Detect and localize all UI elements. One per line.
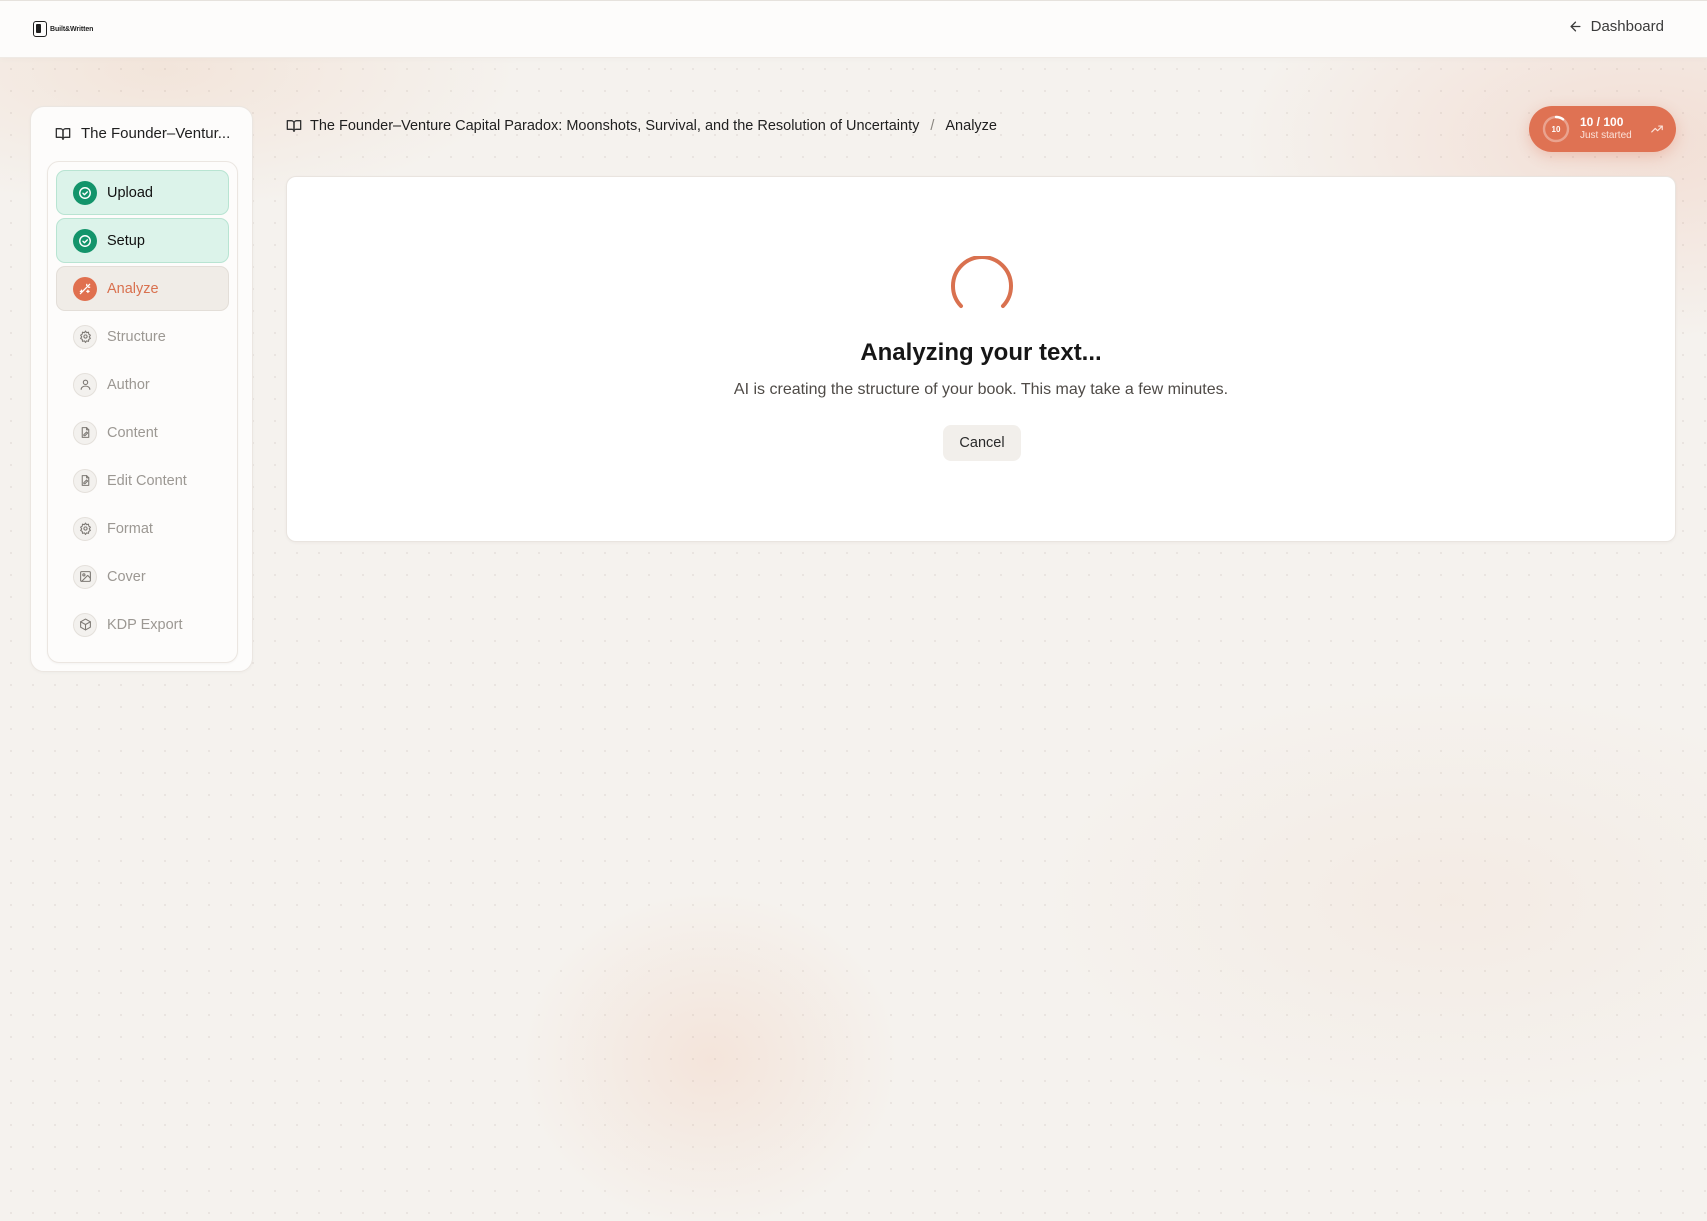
- progress-badge[interactable]: 10 10 / 100 Just started: [1529, 106, 1676, 152]
- check-circle-icon: [73, 228, 97, 253]
- logo[interactable]: Built&Written: [33, 21, 93, 37]
- breadcrumb-separator: /: [930, 118, 935, 134]
- project-title-text: The Founder–Ventur...: [81, 125, 231, 142]
- loading-spinner-icon: [951, 256, 1013, 308]
- step-label: Upload: [107, 184, 153, 201]
- step-analyze[interactable]: Analyze: [56, 266, 229, 311]
- step-format[interactable]: Format: [56, 506, 229, 551]
- step-label: Format: [107, 520, 153, 537]
- check-circle-icon: [73, 180, 97, 205]
- step-label: Structure: [107, 328, 166, 345]
- gear-icon: [73, 516, 97, 541]
- gear-icon: [73, 324, 97, 349]
- project-title: The Founder–Ventur...: [55, 125, 245, 142]
- analyzing-description: AI is creating the structure of your boo…: [733, 381, 1229, 398]
- progress-ring: 10: [1541, 114, 1571, 144]
- breadcrumb-current: Analyze: [945, 118, 997, 134]
- file-edit-icon: [73, 420, 97, 445]
- step-label: Cover: [107, 568, 146, 585]
- step-cover[interactable]: Cover: [56, 554, 229, 599]
- step-list: Upload Setup Analyze Structure Author Co…: [47, 161, 238, 663]
- dashboard-link-label: Dashboard: [1590, 18, 1664, 35]
- step-label: Author: [107, 376, 150, 393]
- step-content[interactable]: Content: [56, 410, 229, 455]
- step-label: Setup: [107, 232, 145, 249]
- step-kdp-export[interactable]: KDP Export: [56, 602, 229, 647]
- step-label: KDP Export: [107, 616, 183, 633]
- breadcrumb-project[interactable]: The Founder–Venture Capital Paradox: Moo…: [310, 118, 919, 134]
- package-icon: [73, 612, 97, 637]
- analyzing-title: Analyzing your text...: [860, 339, 1102, 366]
- progress-subtitle: Just started: [1580, 130, 1632, 142]
- book-open-icon: [286, 120, 302, 132]
- breadcrumb: The Founder–Venture Capital Paradox: Moo…: [286, 118, 997, 134]
- progress-score: 10 / 100: [1580, 115, 1624, 130]
- arrow-left-icon: [1570, 21, 1581, 32]
- step-structure[interactable]: Structure: [56, 314, 229, 359]
- step-setup[interactable]: Setup: [56, 218, 229, 263]
- progress-ring-value: 10: [1551, 124, 1561, 134]
- step-author[interactable]: Author: [56, 362, 229, 407]
- magic-wand-icon: [73, 276, 97, 301]
- sidebar: The Founder–Ventur... Upload Setup Analy…: [30, 106, 253, 672]
- step-label: Analyze: [107, 280, 159, 297]
- step-label: Content: [107, 424, 158, 441]
- trending-up-icon: [1651, 125, 1663, 133]
- step-label: Edit Content: [107, 472, 187, 489]
- book-open-icon: [55, 127, 71, 140]
- logo-book-icon: [33, 21, 47, 37]
- step-upload[interactable]: Upload: [56, 170, 229, 215]
- file-edit-icon: [73, 468, 97, 493]
- image-icon: [73, 564, 97, 589]
- cancel-button[interactable]: Cancel: [943, 425, 1021, 461]
- analyze-card: Analyzing your text... AI is creating th…: [286, 176, 1676, 542]
- dashboard-link[interactable]: Dashboard: [1568, 18, 1664, 35]
- user-icon: [73, 372, 97, 397]
- logo-text: Built&Written: [50, 25, 94, 33]
- top-bar: Built&Written Dashboard: [0, 0, 1707, 58]
- step-edit-content[interactable]: Edit Content: [56, 458, 229, 503]
